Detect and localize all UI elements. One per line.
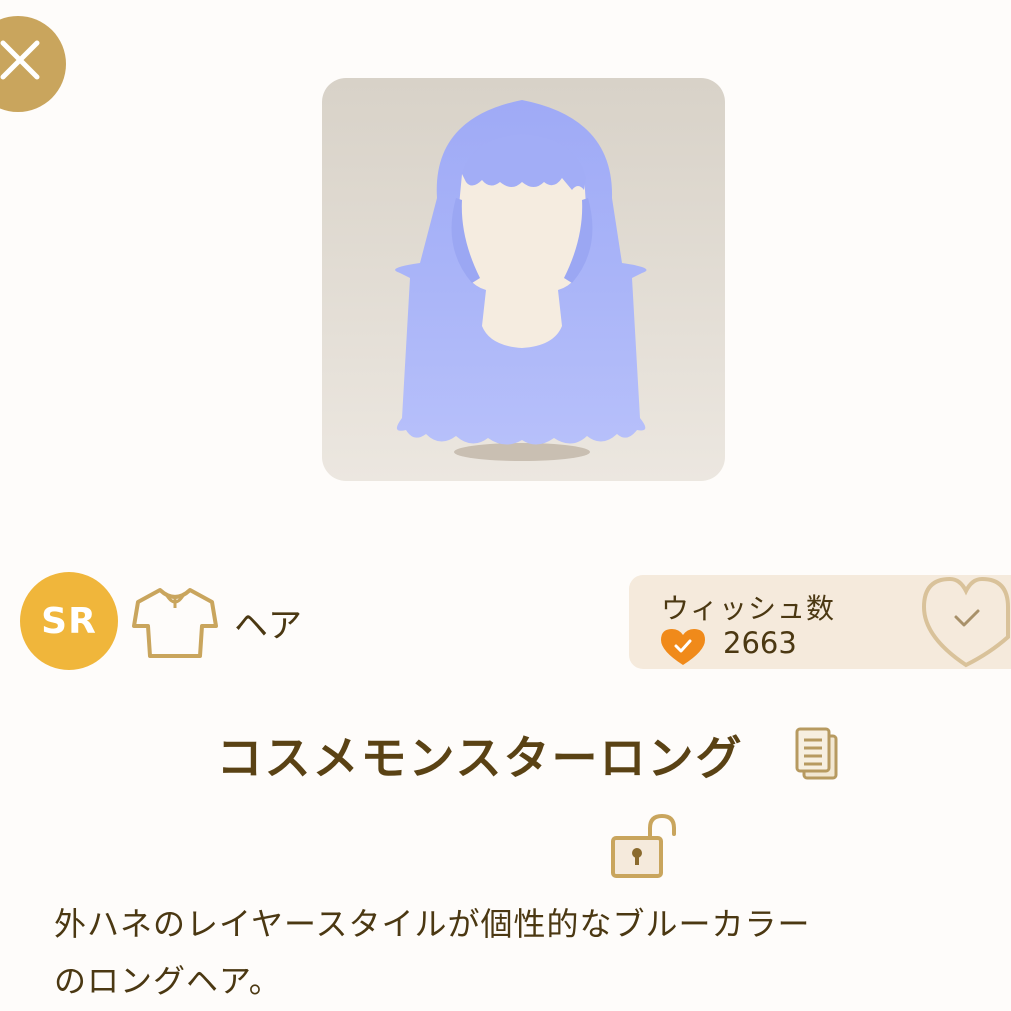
close-icon — [0, 40, 40, 80]
heart-check-icon — [661, 629, 705, 665]
item-preview-card — [322, 78, 725, 481]
shirt-icon — [132, 588, 218, 658]
wish-count-label: ウィッシュ数 — [661, 592, 836, 625]
wish-heart-button[interactable] — [920, 573, 1011, 669]
rarity-badge: SR — [20, 572, 118, 670]
description-line-2: のロングヘア。 — [54, 962, 282, 1000]
hair-preview-image — [395, 100, 647, 461]
item-description: 外ハネのレイヤースタイルが個性的なブルーカラー のロングヘア。 — [54, 896, 984, 1010]
copy-icon[interactable] — [794, 726, 840, 782]
description-line-1: 外ハネのレイヤースタイルが個性的なブルーカラー — [54, 905, 811, 943]
close-button[interactable] — [0, 16, 66, 112]
category-label: ヘア — [234, 606, 302, 646]
wish-count-value: 2663 — [723, 626, 797, 660]
unlock-icon — [611, 813, 676, 878]
